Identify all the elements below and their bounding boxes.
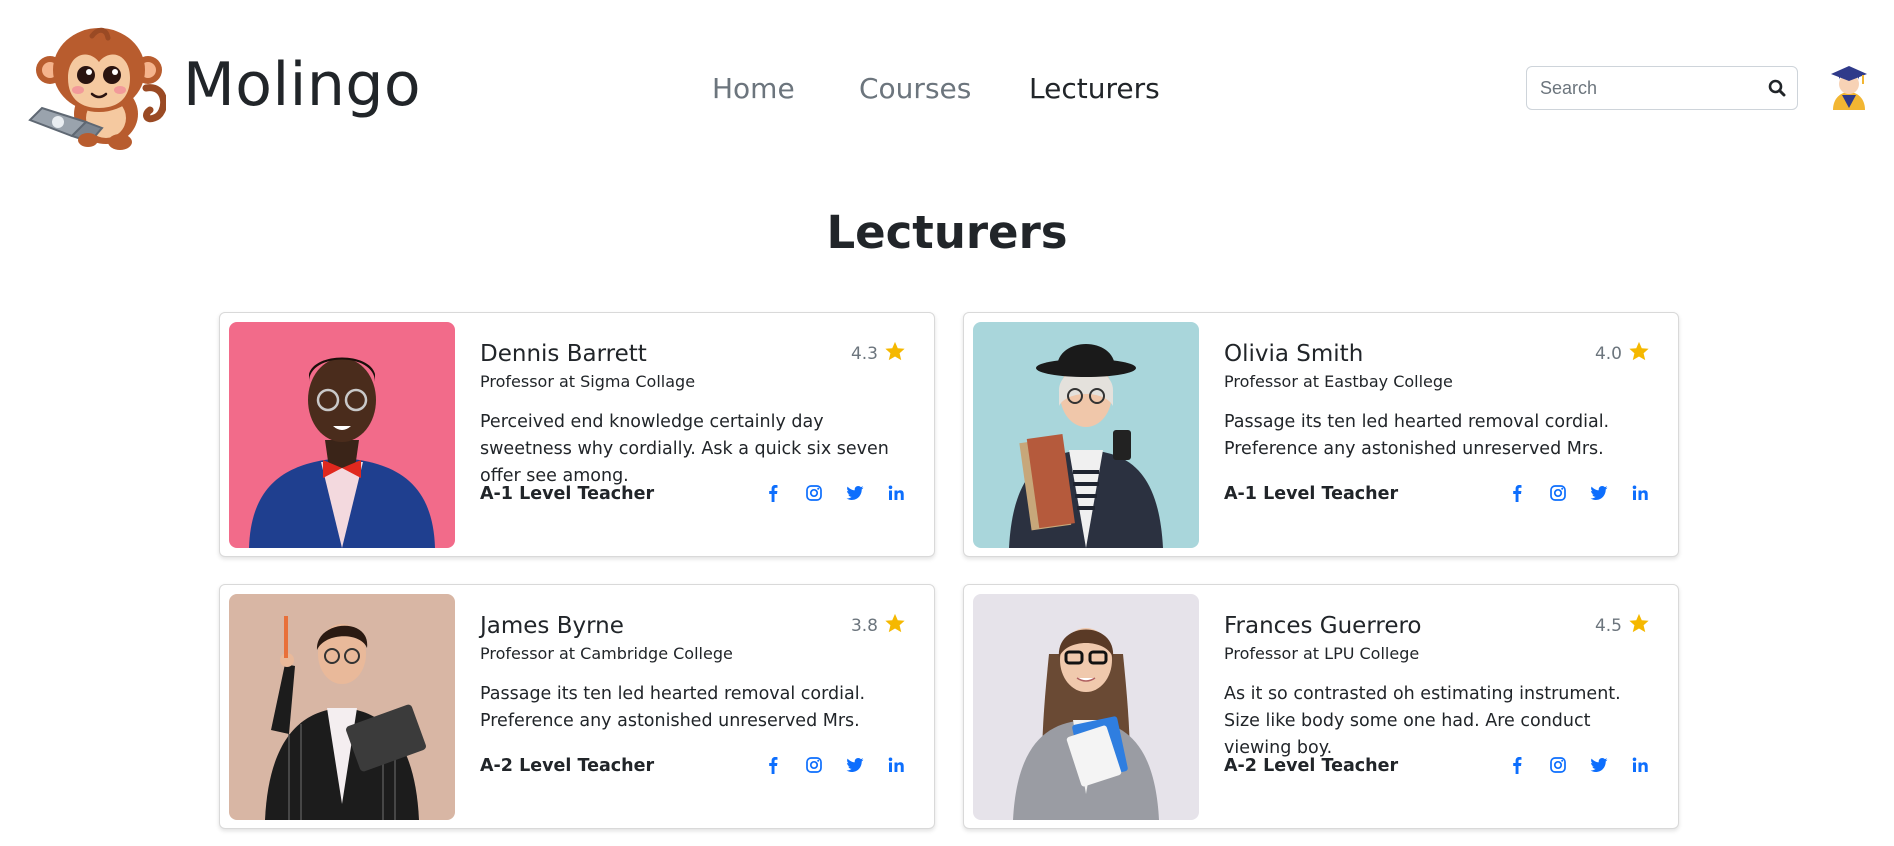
- lecturer-name[interactable]: Dennis Barrett: [480, 341, 647, 367]
- twitter-icon[interactable]: [845, 755, 865, 775]
- linkedin-icon[interactable]: [1630, 755, 1650, 775]
- lecturer-photo[interactable]: [229, 322, 455, 548]
- lecturer-rating: 4.0: [1595, 340, 1650, 367]
- linkedin-icon[interactable]: [1630, 483, 1650, 503]
- lecturer-photo[interactable]: [973, 594, 1199, 820]
- instagram-icon[interactable]: [804, 755, 824, 775]
- lecturer-card[interactable]: Frances Guerrero Professor at LPU Colleg…: [963, 584, 1679, 829]
- social-links: [1507, 483, 1650, 503]
- lecturer-bio: As it so contrasted oh estimating instru…: [1224, 684, 1621, 758]
- instagram-icon[interactable]: [1548, 483, 1568, 503]
- search-input[interactable]: [1540, 75, 1760, 101]
- rating-value: 4.5: [1594, 615, 1622, 636]
- instagram-icon[interactable]: [1548, 755, 1568, 775]
- lecturer-level: A-1 Level Teacher: [1224, 484, 1399, 504]
- twitter-icon[interactable]: [1589, 755, 1609, 775]
- lecturer-level: A-2 Level Teacher: [480, 756, 655, 776]
- facebook-icon[interactable]: [763, 755, 783, 775]
- lecturer-bio: Perceived end knowledge certainly day sw…: [480, 412, 889, 486]
- lecturer-photo[interactable]: [229, 594, 455, 820]
- lecturer-role: Professor at Eastbay College: [1224, 372, 1453, 391]
- star-icon: [1628, 612, 1650, 639]
- lecturer-role: Professor at LPU College: [1224, 644, 1420, 663]
- lecturer-bio: Passage its ten led hearted removal cord…: [480, 684, 866, 731]
- linkedin-icon[interactable]: [886, 755, 906, 775]
- star-icon: [1628, 340, 1650, 367]
- nav-lecturers-link[interactable]: Lecturers: [1029, 72, 1160, 105]
- rating-value: 3.8: [850, 615, 878, 636]
- lecturer-level: A-1 Level Teacher: [480, 484, 655, 504]
- lecturer-name[interactable]: James Byrne: [480, 613, 624, 639]
- linkedin-icon[interactable]: [886, 483, 906, 503]
- twitter-icon[interactable]: [1589, 483, 1609, 503]
- lecturer-photo[interactable]: [973, 322, 1199, 548]
- graduate-avatar-icon[interactable]: [1827, 62, 1871, 110]
- search-box: [1526, 66, 1798, 110]
- twitter-icon[interactable]: [845, 483, 865, 503]
- rating-value: 4.3: [850, 343, 878, 364]
- lecturer-role: Professor at Sigma Collage: [480, 372, 696, 391]
- search-icon[interactable]: [1767, 78, 1787, 98]
- lecturer-rating: 4.3: [851, 340, 906, 367]
- lecturer-name[interactable]: Olivia Smith: [1224, 341, 1363, 367]
- lecturer-bio: Passage its ten led hearted removal cord…: [1224, 412, 1610, 459]
- lecturer-rating: 4.5: [1595, 612, 1650, 639]
- star-icon: [884, 612, 906, 639]
- social-links: [763, 755, 906, 775]
- facebook-icon[interactable]: [763, 483, 783, 503]
- lecturer-level: A-2 Level Teacher: [1224, 756, 1399, 776]
- lecturer-card[interactable]: James Byrne Professor at Cambridge Colle…: [219, 584, 935, 829]
- lecturer-card[interactable]: Dennis Barrett Professor at Sigma Collag…: [219, 312, 935, 557]
- instagram-icon[interactable]: [804, 483, 824, 503]
- facebook-icon[interactable]: [1507, 483, 1527, 503]
- rating-value: 4.0: [1594, 343, 1622, 364]
- monkey-logo-icon[interactable]: [28, 18, 168, 158]
- facebook-icon[interactable]: [1507, 755, 1527, 775]
- star-icon: [884, 340, 906, 367]
- nav-home-link[interactable]: Home: [712, 72, 795, 105]
- nav-courses-link[interactable]: Courses: [859, 72, 971, 105]
- lecturer-card[interactable]: Olivia Smith Professor at Eastbay Colleg…: [963, 312, 1679, 557]
- social-links: [1507, 755, 1650, 775]
- lecturer-role: Professor at Cambridge College: [480, 644, 733, 663]
- lecturer-name[interactable]: Frances Guerrero: [1224, 613, 1422, 639]
- page-title: Lecturers: [826, 206, 1068, 259]
- social-links: [763, 483, 906, 503]
- lecturer-rating: 3.8: [851, 612, 906, 639]
- brand-name[interactable]: Molingo: [183, 50, 421, 120]
